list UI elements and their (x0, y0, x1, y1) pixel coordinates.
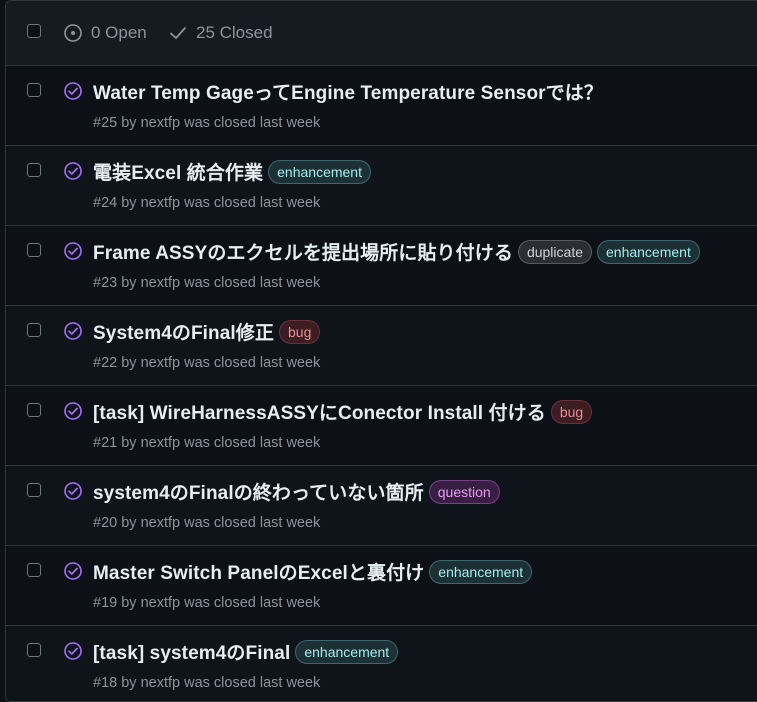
issue-closed-icon (64, 322, 82, 340)
issue-checkbox[interactable] (27, 563, 41, 577)
issues-panel: 0 Open 25 Closed Water Temp GageってEngine… (5, 0, 757, 702)
issue-checkbox[interactable] (27, 243, 41, 257)
label-bug[interactable]: bug (550, 399, 593, 424)
issue-checkbox[interactable] (27, 163, 41, 177)
label-question[interactable]: question (428, 479, 500, 504)
issue-closed-icon (64, 562, 82, 580)
issue-meta: #20 by nextfp was closed last week (93, 515, 321, 531)
issue-title-link[interactable]: System4のFinal修正 (93, 318, 274, 345)
issue-title-line: 電装Excel 統合作業 enhancement (93, 158, 371, 185)
issue-title-line: Water Temp GageってEngine Temperature Sens… (93, 78, 603, 105)
issue-meta: #19 by nextfp was closed last week (93, 595, 321, 611)
issue-checkbox[interactable] (27, 83, 41, 97)
issue-title-line: Frame ASSYのエクセルを提出場所に貼り付ける duplicate enha… (93, 238, 700, 265)
issue-closed-icon (64, 642, 82, 660)
issue-title-link[interactable]: Frame ASSYのエクセルを提出場所に貼り付ける (93, 238, 513, 265)
label-enhancement[interactable]: enhancement (295, 639, 399, 664)
issue-title-link[interactable]: [task] system4のFinal (93, 638, 290, 665)
issue-closed-icon (64, 82, 82, 100)
issue-closed-icon (64, 242, 82, 260)
issue-title-line: System4のFinal修正 bug (93, 318, 321, 345)
issue-checkbox[interactable] (27, 483, 41, 497)
issue-title-line: system4のFinalの終わっていない箇所 question (93, 478, 500, 505)
issue-title-line: [task] system4のFinal enhancement (93, 638, 399, 665)
label-bug[interactable]: bug (279, 319, 321, 344)
issue-row[interactable]: Frame ASSYのエクセルを提出場所に貼り付ける duplicate enha… (6, 226, 757, 306)
issue-list: Water Temp GageってEngine Temperature Sens… (6, 66, 757, 701)
label-enhancement[interactable]: enhancement (429, 559, 533, 584)
issue-meta: #22 by nextfp was closed last week (93, 355, 321, 371)
open-count-label: 0 Open (91, 23, 147, 42)
closed-count-label: 25 Closed (196, 23, 273, 42)
issue-title-link[interactable]: Water Temp GageってEngine Temperature Sens… (93, 78, 603, 105)
issue-meta: #23 by nextfp was closed last week (93, 275, 321, 291)
issue-title-link[interactable]: Master Switch PanelのExcelと裏付け (93, 558, 424, 585)
issue-checkbox[interactable] (27, 323, 41, 337)
issue-checkbox[interactable] (27, 403, 41, 417)
issue-title-line: [task] WireHarnessASSYにConector Install … (93, 398, 593, 425)
issue-row[interactable]: 電装Excel 統合作業 enhancement #24 by nextfp w… (6, 146, 757, 226)
label-enhancement[interactable]: enhancement (268, 159, 371, 184)
issue-row[interactable]: [task] WireHarnessASSYにConector Install … (6, 386, 757, 466)
issue-meta: #18 by nextfp was closed last week (93, 675, 321, 691)
open-issues-filter[interactable]: 0 Open (63, 23, 147, 43)
issue-title-link[interactable]: system4のFinalの終わっていない箇所 (93, 478, 424, 505)
issues-list-header: 0 Open 25 Closed (6, 1, 757, 66)
closed-issues-filter[interactable]: 25 Closed (168, 23, 273, 43)
issue-title-line: Master Switch PanelのExcelと裏付け enhancemen… (93, 558, 533, 585)
label-enhancement[interactable]: enhancement (597, 239, 700, 264)
issue-closed-icon (64, 482, 82, 500)
issue-title-link[interactable]: 電装Excel 統合作業 (93, 158, 263, 185)
issue-checkbox[interactable] (27, 643, 41, 657)
issue-meta: #25 by nextfp was closed last week (93, 115, 321, 131)
check-icon (170, 27, 186, 39)
issue-row[interactable]: system4のFinalの終わっていない箇所 question #20 by … (6, 466, 757, 546)
issue-row[interactable]: Master Switch PanelのExcelと裏付け enhancemen… (6, 546, 757, 626)
issue-closed-icon (64, 402, 82, 420)
issue-meta: #21 by nextfp was closed last week (93, 435, 321, 451)
issue-row[interactable]: System4のFinal修正 bug #22 by nextfp was cl… (6, 306, 757, 386)
issue-row[interactable]: Water Temp GageってEngine Temperature Sens… (6, 66, 757, 146)
issue-closed-icon (64, 162, 82, 180)
label-duplicate[interactable]: duplicate (517, 239, 592, 264)
issue-title-link[interactable]: [task] WireHarnessASSYにConector Install … (93, 398, 546, 425)
select-all-checkbox[interactable] (27, 24, 41, 38)
issue-row[interactable]: [task] system4のFinal enhancement #18 by … (6, 626, 757, 701)
issue-meta: #24 by nextfp was closed last week (93, 195, 321, 211)
issue-opened-icon (64, 24, 82, 42)
